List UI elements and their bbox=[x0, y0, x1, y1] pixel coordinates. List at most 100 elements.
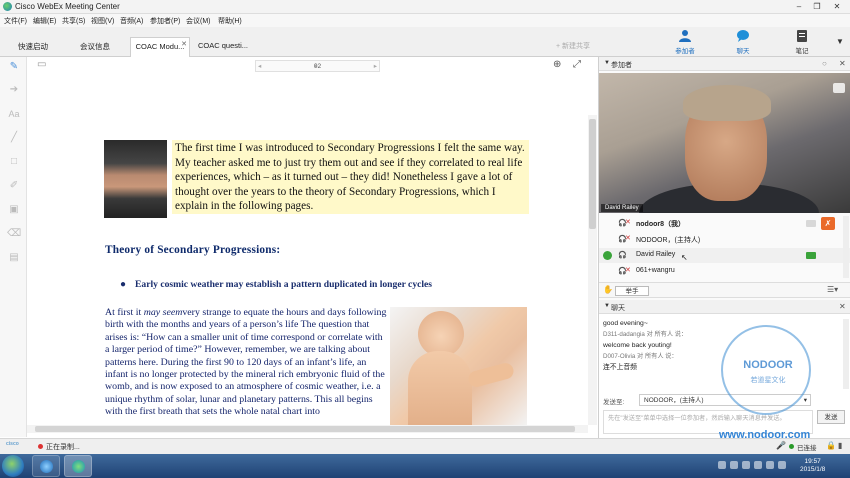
collapse-icon[interactable]: ▼ bbox=[604, 303, 610, 309]
watermark-subtitle: 若道星文化 bbox=[750, 377, 786, 384]
participants-panel-title: 参加者 bbox=[611, 62, 632, 69]
panel-options-icon[interactable]: ▼ bbox=[836, 37, 844, 46]
ie-icon bbox=[40, 460, 53, 473]
highlighter-tool-icon[interactable]: ▣ bbox=[7, 203, 21, 217]
chat-toggle-button[interactable]: 聊天 bbox=[727, 29, 759, 55]
save-tool-icon[interactable]: ▤ bbox=[7, 251, 21, 265]
chat-panel-header[interactable]: ▼ 聊天 ✕ bbox=[599, 300, 850, 314]
menu-audio[interactable]: 音频(A) bbox=[120, 16, 143, 26]
participants-scrollbar[interactable] bbox=[843, 216, 849, 278]
author-photo bbox=[104, 140, 167, 218]
menu-participant[interactable]: 参加者(P) bbox=[150, 16, 180, 26]
recording-status: 正在录制... bbox=[46, 444, 80, 451]
page-dropdown-icon[interactable]: ▾ bbox=[314, 61, 317, 72]
notes-toggle-button[interactable]: 笔记 bbox=[786, 29, 818, 55]
intro-paragraph: The first time I was introduced to Secon… bbox=[172, 140, 529, 214]
prev-page-icon[interactable]: ◂ bbox=[258, 61, 261, 72]
action-center-icon[interactable] bbox=[754, 461, 762, 469]
vertical-scrollbar[interactable] bbox=[588, 115, 597, 425]
nodoor-watermark-logo: NODOOR 若道星文化 bbox=[721, 325, 811, 415]
panel-close-icon[interactable]: ✕ bbox=[839, 302, 846, 311]
tab-quick-start[interactable]: 快速启动 bbox=[6, 37, 60, 57]
help-tray-icon[interactable] bbox=[730, 461, 738, 469]
participant-row[interactable]: 🎧 David Railey ↖ bbox=[599, 248, 850, 263]
video-feed[interactable]: David Railey bbox=[599, 73, 850, 213]
document-viewer: ▭ ◂ 02 ▾ ▸ ⊕ ⤢ The first time I was intr… bbox=[27, 57, 598, 433]
participants-toggle-button[interactable]: 参加者 bbox=[669, 29, 701, 55]
chat-scrollbar[interactable] bbox=[843, 319, 849, 389]
participant-row[interactable]: 🎧 ✕ 061+wangru bbox=[599, 264, 850, 279]
video-on-icon bbox=[806, 252, 816, 259]
menu-file[interactable]: 文件(F) bbox=[4, 16, 27, 26]
ie-taskbar-button[interactable] bbox=[32, 455, 60, 477]
list-options-icon[interactable]: ☰▾ bbox=[827, 285, 838, 294]
taskbar-clock[interactable]: 19:57 2015/1/8 bbox=[800, 458, 825, 474]
raise-hand-button[interactable]: 举手 bbox=[615, 286, 649, 296]
mute-toggle-icon[interactable]: ✗ bbox=[821, 217, 835, 230]
text-tool-icon[interactable]: Aa bbox=[7, 107, 21, 121]
watermark-title: NODOOR bbox=[743, 359, 793, 371]
tab-bar: 快速启动 会议信息 COAC Modu... ✕ COAC questi... +… bbox=[0, 27, 850, 57]
scroll-thumb[interactable] bbox=[589, 119, 596, 229]
restore-icon[interactable]: ❐ bbox=[810, 1, 824, 12]
windows-start-icon[interactable] bbox=[2, 455, 24, 477]
panel-float-icon[interactable]: ○ bbox=[822, 59, 827, 68]
collapse-icon[interactable]: ▼ bbox=[604, 60, 610, 66]
menu-meeting[interactable]: 会议(M) bbox=[186, 16, 211, 26]
new-share-button[interactable]: + 新建共享 bbox=[556, 41, 590, 51]
keyboard-tray-icon[interactable] bbox=[718, 461, 726, 469]
participant-row[interactable]: 🎧 ✕ NODOOR，(主持人) bbox=[599, 232, 850, 247]
window-title: Cisco WebEx Meeting Center bbox=[15, 2, 120, 11]
notes-icon bbox=[797, 30, 807, 42]
send-button[interactable]: 发送 bbox=[817, 410, 845, 424]
horizontal-scrollbar[interactable] bbox=[27, 425, 588, 433]
send-to-label: 发送至: bbox=[603, 399, 625, 406]
thumbnail-panel-icon[interactable]: ▭ bbox=[37, 59, 46, 70]
eraser-tool-icon[interactable]: ⌫ bbox=[7, 227, 21, 241]
muted-icon: ✕ bbox=[625, 235, 631, 242]
volume-tray-icon[interactable] bbox=[778, 461, 786, 469]
presenter-ball-icon bbox=[603, 251, 612, 260]
pointer-pen-icon[interactable]: ✎ bbox=[7, 60, 21, 74]
close-icon[interactable]: ✕ bbox=[830, 1, 844, 12]
tab-coac-questions[interactable]: COAC questi... bbox=[194, 37, 252, 57]
scroll-thumb[interactable] bbox=[35, 426, 575, 432]
tab-label: 会议信息 bbox=[80, 42, 110, 51]
network-tray-icon[interactable] bbox=[742, 461, 750, 469]
tab-meeting-info[interactable]: 会议信息 bbox=[68, 37, 122, 57]
participant-name: 061+wangru bbox=[636, 267, 675, 274]
signal-icon: ▮ bbox=[838, 441, 843, 450]
menu-edit[interactable]: 编辑(E) bbox=[33, 16, 56, 26]
menu-bar: 文件(F) 编辑(E) 共享(S) 视图(V) 音频(A) 参加者(P) 会议(… bbox=[0, 14, 850, 27]
line-tool-icon[interactable]: ╱ bbox=[7, 131, 21, 145]
webex-tray-icon[interactable] bbox=[766, 461, 774, 469]
minimize-icon[interactable]: – bbox=[792, 1, 806, 12]
zoom-icon[interactable]: ⊕ bbox=[553, 59, 561, 70]
recording-icon bbox=[38, 444, 43, 449]
send-to-value: NODOOR，(主持人) bbox=[644, 397, 704, 404]
menu-share[interactable]: 共享(S) bbox=[62, 16, 85, 26]
rectangle-tool-icon[interactable]: □ bbox=[7, 155, 21, 169]
tab-label: COAC questi... bbox=[197, 41, 249, 50]
next-page-icon[interactable]: ▸ bbox=[374, 61, 377, 72]
annotation-toolbar: ✎ ➔ Aa ╱ □ ✐ ▣ ⌫ ▤ bbox=[0, 57, 27, 437]
mic-icon[interactable]: 🎤 bbox=[776, 441, 786, 450]
arrow-tool-icon[interactable]: ➔ bbox=[7, 83, 21, 97]
participants-panel-header[interactable]: ▼ 参加者 ○ ✕ bbox=[599, 57, 850, 71]
clock-time: 19:57 bbox=[804, 458, 821, 465]
pen-tool-icon[interactable]: ✐ bbox=[7, 179, 21, 193]
participants-toolbar: ✋ 举手 ☰▾ bbox=[599, 282, 850, 298]
page-navigator[interactable]: ◂ 02 ▾ ▸ bbox=[255, 60, 380, 72]
muted-icon: ✕ bbox=[625, 219, 631, 226]
webex-icon bbox=[72, 460, 85, 473]
chat-icon bbox=[737, 30, 749, 42]
tab-coac-module[interactable]: COAC Modu... ✕ bbox=[130, 37, 190, 57]
fullscreen-icon[interactable]: ⤢ bbox=[573, 59, 581, 70]
video-options-icon[interactable] bbox=[833, 83, 845, 93]
webex-taskbar-button[interactable] bbox=[64, 455, 92, 477]
menu-view[interactable]: 视图(V) bbox=[91, 16, 114, 26]
menu-help[interactable]: 帮助(H) bbox=[218, 16, 242, 26]
close-tab-icon[interactable]: ✕ bbox=[181, 40, 187, 48]
panel-close-icon[interactable]: ✕ bbox=[839, 59, 846, 68]
participant-row[interactable]: 🎧 ✕ nodoor8（我） ✗ bbox=[599, 216, 850, 231]
